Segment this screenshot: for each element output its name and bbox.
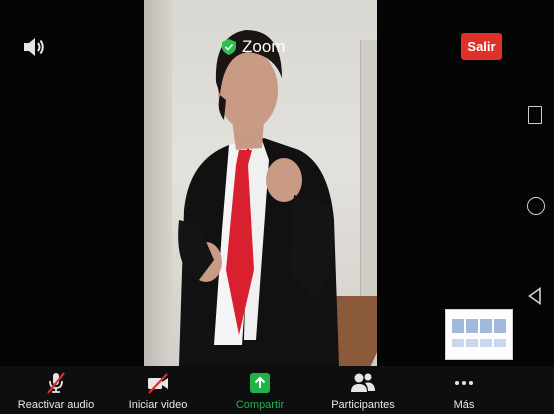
more-label: Más [453, 399, 475, 411]
home-icon[interactable] [527, 197, 545, 215]
share-label: Compartir [235, 399, 285, 411]
back-icon[interactable] [527, 287, 543, 305]
unmute-audio-label: Reactivar audio [17, 399, 95, 411]
thumbnail-cell [452, 339, 464, 347]
thumbnail-cell [466, 339, 478, 347]
meeting-title-text: Zoom [242, 37, 286, 56]
leave-button[interactable]: Salir [461, 33, 502, 60]
participants-icon [351, 373, 375, 392]
top-bar: Zoom Salir [0, 0, 554, 68]
shared-screen-thumbnail[interactable] [445, 309, 513, 360]
thumbnail-cell [480, 339, 492, 347]
muted-mic-icon [47, 372, 65, 394]
share-button[interactable]: Compartir [232, 366, 288, 414]
start-video-button[interactable]: Iniciar video [126, 366, 190, 414]
unmute-audio-button[interactable]: Reactivar audio [17, 366, 95, 414]
recent-apps-icon[interactable] [528, 106, 542, 124]
thumbnail-cell [452, 319, 464, 333]
meeting-title[interactable]: Zoom [222, 36, 304, 58]
thumbnail-cell [494, 319, 506, 333]
participants-label: Participantes [331, 399, 395, 411]
speaker-icon[interactable] [22, 36, 46, 58]
thumbnail-grid [452, 319, 506, 351]
more-button[interactable]: Más [446, 366, 482, 414]
participants-button[interactable]: Participantes [330, 366, 396, 414]
video-off-icon [148, 373, 168, 394]
shield-icon [222, 39, 236, 55]
thumbnail-cell [480, 319, 492, 333]
start-video-label: Iniciar video [128, 399, 188, 411]
bottom-toolbar: Reactivar audio Iniciar video Compartir [0, 366, 554, 414]
meeting-screen: Zoom Salir Reactivar audio Iniciar video… [0, 0, 554, 414]
chevron-down-icon [293, 44, 304, 51]
share-screen-icon [250, 373, 270, 393]
thumbnail-cell [466, 319, 478, 333]
more-icon [455, 381, 473, 385]
thumbnail-cell [494, 339, 506, 347]
